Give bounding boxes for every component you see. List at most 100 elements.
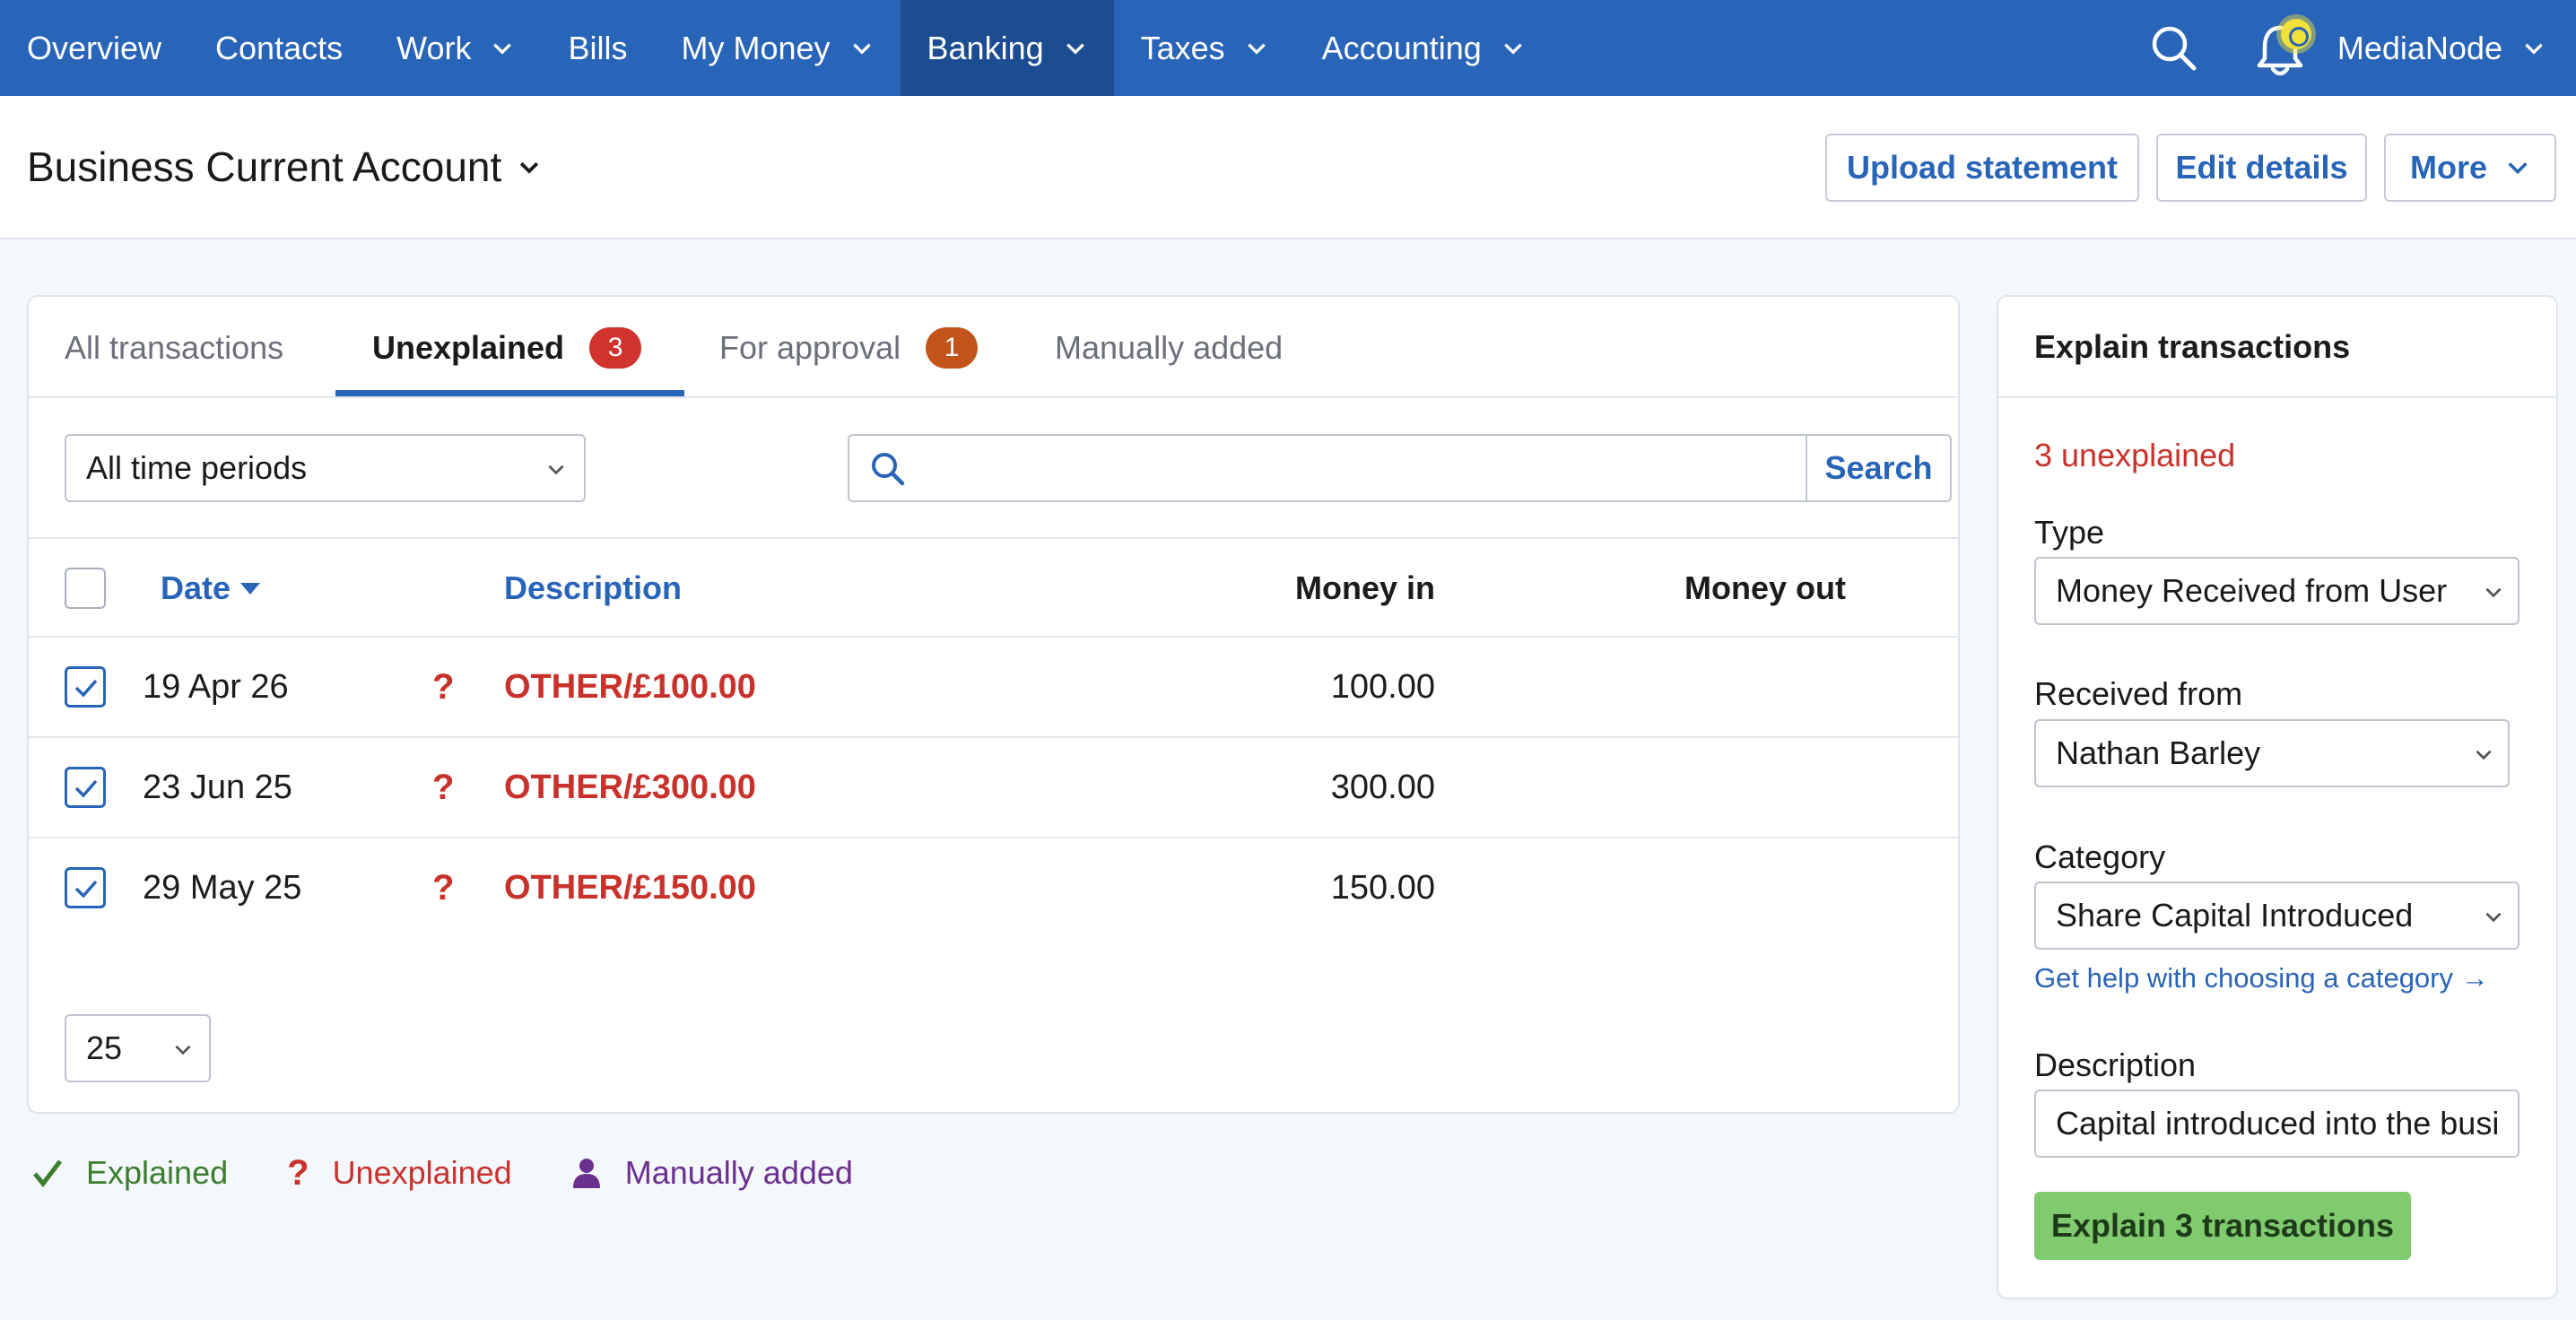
nav-taxes[interactable]: Taxes <box>1114 0 1295 96</box>
tab-all-transactions[interactable]: All transactions <box>65 297 283 398</box>
chevron-down-icon <box>1503 43 1522 55</box>
nav-right-tools: MediaNode <box>2147 0 2576 96</box>
more-label: More <box>2409 149 2487 186</box>
date-header-label: Date <box>161 569 231 606</box>
page-title: Business Current Account <box>27 143 502 190</box>
edit-details-button[interactable]: Edit details <box>2156 134 2367 202</box>
row-checkbox[interactable] <box>65 767 106 808</box>
tab-all-transactions-label: All transactions <box>65 328 284 366</box>
row-description[interactable]: OTHER/£300.00 <box>504 738 756 837</box>
chevron-down-icon <box>2482 905 2505 928</box>
received-from-value: Nathan Barley <box>2056 734 2261 771</box>
type-label: Type <box>2034 514 2105 551</box>
approval-count-badge: 1 <box>926 326 979 369</box>
select-all-checkbox[interactable] <box>65 568 106 609</box>
category-value: Share Capital Introduced <box>2056 897 2414 934</box>
nav-bills-label: Bills <box>568 29 628 66</box>
received-from-label: Received from <box>2034 675 2243 712</box>
row-money-in: 150.00 <box>1330 868 1435 907</box>
tab-unexplained[interactable]: Unexplained 3 <box>372 297 642 398</box>
search-input[interactable] <box>921 438 1764 499</box>
row-money-in: 300.00 <box>1330 768 1435 806</box>
chevron-down-icon <box>493 43 512 55</box>
tab-for-approval[interactable]: For approval 1 <box>719 297 979 398</box>
row-date: 23 Jun 25 <box>143 768 292 806</box>
type-select[interactable]: Money Received from User <box>2034 557 2519 625</box>
search-icon[interactable] <box>2147 22 2201 75</box>
search-button[interactable]: Search <box>1806 436 1950 500</box>
table-row[interactable]: 29 May 25 ? OTHER/£150.00 150.00 <box>29 838 1958 939</box>
row-description[interactable]: OTHER/£150.00 <box>504 838 756 937</box>
row-money-in: 100.00 <box>1330 667 1435 706</box>
description-column-header[interactable]: Description <box>504 539 682 638</box>
tab-for-approval-label: For approval <box>719 328 901 366</box>
row-money-out <box>1553 738 1846 837</box>
chevron-down-icon <box>2508 162 2528 175</box>
transactions-card: All transactions Unexplained 3 For appro… <box>27 295 1960 1114</box>
nav-banking-label: Banking <box>927 29 1044 66</box>
description-header-label: Description <box>504 569 683 606</box>
nav-overview-label: Overview <box>27 29 162 66</box>
tab-manually-added[interactable]: Manually added <box>1055 297 1283 398</box>
time-period-select[interactable]: All time periods <box>65 434 586 502</box>
chevron-down-icon <box>2482 580 2505 604</box>
edit-details-label: Edit details <box>2175 149 2348 186</box>
description-input[interactable] <box>2034 1090 2519 1158</box>
row-money-out <box>1553 838 1846 937</box>
chevron-down-icon <box>852 43 871 55</box>
divider <box>1998 396 2556 398</box>
row-checkbox[interactable] <box>65 867 106 908</box>
nav-work-label: Work <box>396 29 472 66</box>
chevron-down-icon <box>2525 43 2543 55</box>
chevron-down-icon <box>548 465 564 475</box>
upload-statement-button[interactable]: Upload statement <box>1825 134 2139 202</box>
category-select[interactable]: Share Capital Introduced <box>2034 881 2519 950</box>
description-label: Description <box>2034 1046 2197 1083</box>
account-switcher[interactable]: Business Current Account <box>27 143 543 191</box>
search-button-label: Search <box>1824 449 1933 486</box>
notifications-button[interactable] <box>2253 17 2311 80</box>
page-header: Business Current Account Upload statemen… <box>0 96 2576 239</box>
row-checkbox[interactable] <box>65 666 106 708</box>
unexplained-count: 3 unexplained <box>2034 437 2236 473</box>
nav-contacts-label: Contacts <box>215 29 344 66</box>
received-from-select[interactable]: Nathan Barley <box>2034 719 2510 787</box>
nav-taxes-label: Taxes <box>1140 29 1225 66</box>
top-navigation: Overview Contacts Work Bills My Money Ba… <box>0 0 2576 96</box>
nav-my-money-label: My Money <box>681 29 831 66</box>
question-mark-icon: ? <box>287 1152 309 1193</box>
nav-accounting[interactable]: Accounting <box>1295 0 1552 96</box>
chevron-down-icon <box>1247 43 1266 55</box>
search-box: Search <box>848 434 1952 502</box>
category-help-link[interactable]: Get help with choosing a category → <box>2034 962 2489 994</box>
nav-overview[interactable]: Overview <box>0 0 188 96</box>
account-name-label: MediaNode <box>2337 29 2502 66</box>
page-size-select[interactable]: 25 <box>65 1014 211 1082</box>
explain-button-label: Explain 3 transactions <box>2050 1207 2395 1244</box>
row-description[interactable]: OTHER/£100.00 <box>504 638 756 736</box>
nav-banking[interactable]: Banking <box>900 0 1114 96</box>
checkmark-icon <box>33 1159 62 1188</box>
legend-unexplained-label: Unexplained <box>332 1154 512 1191</box>
unexplained-count-badge: 3 <box>589 326 642 369</box>
legend-manually-added: Manually added <box>570 1154 853 1192</box>
more-button[interactable]: More <box>2384 134 2556 202</box>
nav-contacts[interactable]: Contacts <box>188 0 370 96</box>
upload-statement-label: Upload statement <box>1846 149 2119 186</box>
chevron-down-icon <box>175 1045 191 1055</box>
row-money-out <box>1553 638 1846 736</box>
nav-bills[interactable]: Bills <box>541 0 654 96</box>
status-legend: Explained ? Unexplained Manually added <box>30 1148 853 1198</box>
explain-panel: Explain transactions 3 unexplained Type … <box>1997 295 2558 1299</box>
checkmark-icon <box>74 880 98 899</box>
row-date: 19 Apr 26 <box>143 667 289 706</box>
explain-transactions-button[interactable]: Explain 3 transactions <box>2034 1192 2411 1260</box>
table-row[interactable]: 23 Jun 25 ? OTHER/£300.00 300.00 <box>29 738 1958 838</box>
unexplained-status-icon: ? <box>432 767 455 807</box>
date-column-header[interactable]: Date <box>161 539 263 638</box>
legend-manual-label: Manually added <box>624 1154 853 1191</box>
nav-work[interactable]: Work <box>370 0 541 96</box>
nav-my-money[interactable]: My Money <box>654 0 900 96</box>
account-menu[interactable]: MediaNode <box>2337 30 2576 67</box>
table-row[interactable]: 19 Apr 26 ? OTHER/£100.00 100.00 <box>29 638 1958 738</box>
